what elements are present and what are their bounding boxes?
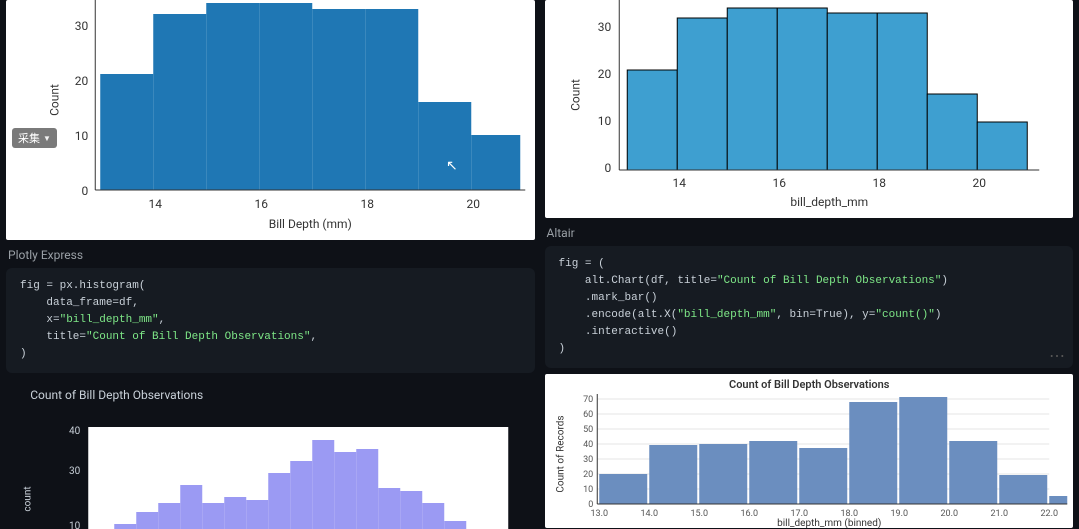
ytick: 20 xyxy=(597,67,611,81)
ylabel: count xyxy=(22,487,33,512)
code-line: .interactive() xyxy=(585,326,677,338)
code-line: fig = px.histogram( xyxy=(20,280,145,292)
right-column: ☰ 0 10 20 30 Count xyxy=(545,0,1074,529)
ytick: 0 xyxy=(604,161,611,175)
svg-text:21.0: 21.0 xyxy=(990,509,1008,519)
more-icon[interactable]: ⋯ xyxy=(1049,346,1065,365)
xtick: 16 xyxy=(772,176,786,190)
ytick: 10 xyxy=(69,521,81,529)
chart-title: Count of Bill Depth Observations xyxy=(729,378,890,391)
code-line: ) xyxy=(20,348,27,360)
chart-seaborn[interactable]: 0 10 20 30 Count xyxy=(545,0,1074,218)
svg-text:15.0: 15.0 xyxy=(690,509,708,519)
left-column: 采集 ↖ 0 10 20 30 Count xyxy=(6,0,535,529)
ytick: 0 xyxy=(82,184,89,198)
chart-plotly[interactable]: Count of Bill Depth Observations 10 30 4… xyxy=(6,379,535,529)
caption-plotly-express: Plotly Express xyxy=(8,248,535,262)
xlabel: Bill Depth (mm) xyxy=(269,217,352,231)
xlabel: bill_depth_mm xyxy=(790,195,868,209)
bars xyxy=(627,8,1027,170)
code-line: ) xyxy=(559,343,566,355)
xtick: 14 xyxy=(149,197,163,211)
svg-text:30: 30 xyxy=(583,455,593,465)
code-line: title="Count of Bill Depth Observations"… xyxy=(46,331,317,343)
code-altair[interactable]: fig = ( alt.Chart(df, title="Count of Bi… xyxy=(545,246,1074,368)
xlabel: bill_depth_mm (binned) xyxy=(777,517,881,528)
ytick: 20 xyxy=(75,74,89,88)
ytick: 30 xyxy=(75,19,89,33)
caption-altair: Altair xyxy=(547,226,1074,240)
chart-seaborn-svg: 0 10 20 30 Count xyxy=(545,0,1074,218)
ytick: 30 xyxy=(69,466,81,477)
chart-altair[interactable]: Count of Bill Depth Observations 0 10 20 xyxy=(545,374,1074,528)
chart-plotly-svg: Count of Bill Depth Observations 10 30 4… xyxy=(6,379,535,529)
ylabel: Count xyxy=(47,84,61,116)
chart-title: Count of Bill Depth Observations xyxy=(30,388,203,402)
bars xyxy=(599,397,1067,504)
ytick: 10 xyxy=(597,114,611,128)
code-plotly-express[interactable]: fig = px.histogram( data_frame=df, x="bi… xyxy=(6,268,535,373)
svg-text:10: 10 xyxy=(583,485,593,495)
xtick: 18 xyxy=(872,176,886,190)
svg-text:20.0: 20.0 xyxy=(940,509,958,519)
xtick: 18 xyxy=(361,197,375,211)
chart-altair-svg: Count of Bill Depth Observations 0 10 20 xyxy=(545,374,1074,528)
svg-text:70: 70 xyxy=(583,395,593,405)
xtick: 20 xyxy=(972,176,986,190)
svg-text:60: 60 xyxy=(583,410,593,420)
code-line: alt.Chart(df, title="Count of Bill Depth… xyxy=(585,275,948,287)
collect-badge[interactable]: 采集 xyxy=(12,128,57,148)
svg-text:22.0: 22.0 xyxy=(1040,509,1058,519)
bars xyxy=(100,3,520,190)
code-line: .encode(alt.X("bill_depth_mm", bin=True)… xyxy=(585,309,942,321)
svg-text:50: 50 xyxy=(583,425,593,435)
svg-text:40: 40 xyxy=(583,440,593,450)
svg-text:14.0: 14.0 xyxy=(640,509,658,519)
chart-matplotlib-svg: 0 10 20 30 Count xyxy=(6,0,535,240)
code-line: data_frame=df, xyxy=(46,297,138,309)
ytick: 10 xyxy=(75,129,89,143)
code-line: .mark_bar() xyxy=(585,292,658,304)
svg-text:20: 20 xyxy=(583,470,593,480)
chart-matplotlib[interactable]: 采集 ↖ 0 10 20 30 Count xyxy=(6,0,535,240)
collect-badge-label: 采集 xyxy=(18,130,40,146)
svg-text:16.0: 16.0 xyxy=(740,509,758,519)
ylabel: Count xyxy=(568,79,582,111)
ylabel: Count of Records xyxy=(554,416,566,493)
xtick: 16 xyxy=(255,197,269,211)
xtick: 20 xyxy=(467,197,481,211)
ytick: 30 xyxy=(597,20,611,34)
xtick: 14 xyxy=(672,176,686,190)
svg-text:19.0: 19.0 xyxy=(890,509,908,519)
svg-text:13.0: 13.0 xyxy=(590,509,608,519)
ytick: 40 xyxy=(69,426,81,437)
code-line: x="bill_depth_mm", xyxy=(46,314,165,326)
code-line: fig = ( xyxy=(559,258,605,270)
